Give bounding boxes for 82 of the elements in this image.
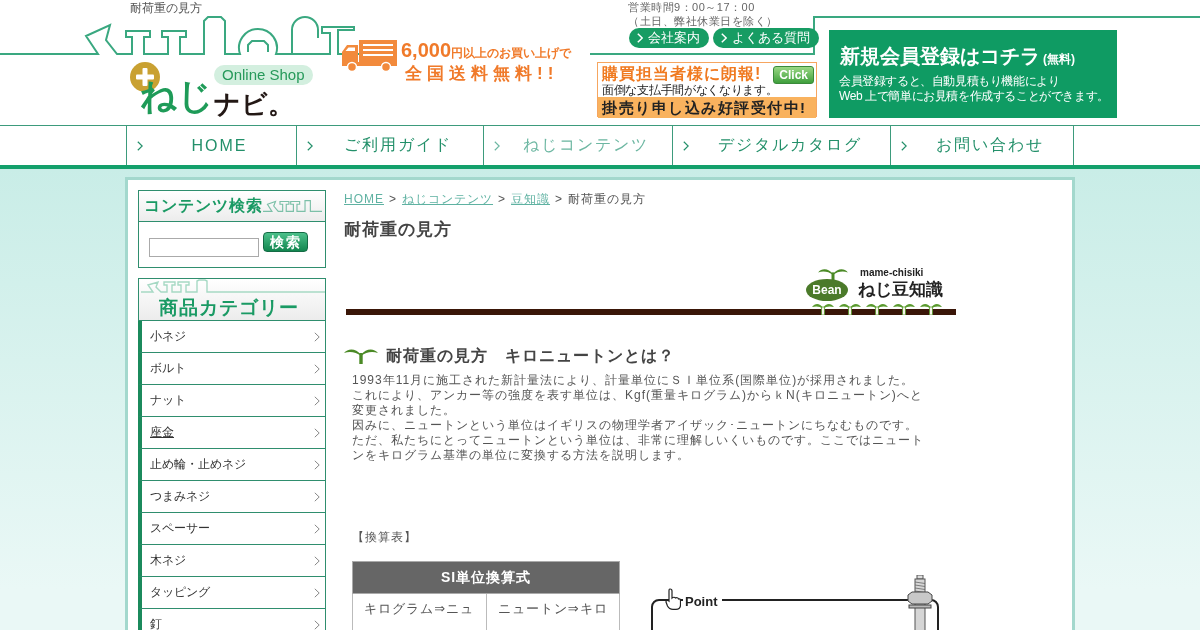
online-shop-badge: Online Shop: [214, 65, 313, 85]
banner-title: ねじ豆知識: [858, 279, 943, 301]
breadcrumb-link[interactable]: HOME: [344, 191, 384, 207]
nav-tab[interactable]: お問い合わせ: [890, 126, 1074, 165]
chevron-icon: [721, 33, 727, 43]
chevron-icon: [314, 555, 320, 566]
chevron-icon: [137, 140, 143, 151]
chevron-icon: [314, 331, 320, 342]
category-link[interactable]: スペーサー: [138, 513, 325, 545]
click-button[interactable]: Click: [773, 66, 814, 84]
shipping-condition: 6,000円以上のお買い上げで: [401, 40, 572, 63]
chevron-icon: [314, 587, 320, 598]
category-link[interactable]: 釘: [138, 609, 325, 630]
registration-description: 会員登録すると、自動見積もり機能により: [839, 74, 1060, 89]
chevron-icon: [314, 363, 320, 374]
free-shipping-headline: 全国送料無料!!: [405, 63, 559, 84]
header-link-button[interactable]: よくある質問: [713, 28, 819, 48]
nav-tab[interactable]: ご利用ガイド: [296, 126, 483, 165]
sprout-icon: [866, 303, 888, 315]
banner-subtitle: mame-chisiki: [860, 267, 924, 279]
sprout-icon: [344, 348, 378, 364]
chevron-icon: [314, 395, 320, 406]
panel-title: 商品カテゴリー: [159, 297, 299, 319]
category-link[interactable]: 座金: [138, 417, 325, 449]
chevron-icon: [314, 523, 320, 534]
category-link[interactable]: ナット: [138, 385, 325, 417]
bean-badge: Bean: [806, 279, 848, 301]
search-button[interactable]: 検索: [263, 232, 308, 252]
pointing-hand-icon: [665, 588, 681, 610]
anchor-bolt-drawing: [905, 575, 935, 630]
category-link[interactable]: 小ネジ: [138, 321, 325, 353]
table-header: SI単位換算式: [352, 561, 620, 594]
nav-tab[interactable]: デジタルカタログ: [672, 126, 890, 165]
logo-mark: ねじ: [140, 74, 214, 118]
breadcrumb-link[interactable]: 豆知識: [511, 191, 551, 207]
credit-account-banner[interactable]: 購買担当者様に朗報! Click 面倒な支払手間がなくなります。 掛売り申し込み好評受付中!: [597, 62, 817, 117]
sprout-icon: [839, 303, 861, 315]
nav-tab[interactable]: HOME: [126, 126, 296, 165]
breadcrumb-separator: >: [389, 191, 397, 207]
section-heading: 耐荷重の見方 キロニュートンとは？: [386, 346, 675, 366]
chevron-icon: [314, 459, 320, 470]
sprout-icon: [920, 303, 942, 315]
chevron-icon: [307, 140, 313, 151]
sprout-icon: [893, 303, 915, 315]
panel-title: コンテンツ検索: [144, 195, 263, 216]
registration-description: Web 上で簡単にお見積を作成することができます。: [839, 89, 1109, 104]
sprout-icon: [812, 303, 834, 315]
page-heading: 耐荷重の見方: [344, 219, 452, 241]
intro-paragraph: 1993年11月に施工された新計量法により、計量単位にＳＩ単位系(国際単位)が採用されました。 これにより、アンカー等の強度を表す単位は、Kgf(重量キログラム)からｋN(キロニュートン)へと変更されました。 因みに、ニュートンという単位はイギリスの物理学者アイザック･ニュートンにちなむものです。 ただ、私たちにとってニュートンという単位は、非常に理解しいくいものです。ここではニュートンをキログラム基準の単位に変換する方法を説明します。: [352, 373, 925, 463]
chevron-icon: [314, 491, 320, 502]
chevron-icon: [901, 140, 907, 151]
registration-title: 新規会員登録はコチラ: [840, 44, 1040, 69]
chevron-icon: [683, 140, 689, 151]
breadcrumb-current: 耐荷重の見方: [568, 191, 647, 207]
category-link[interactable]: タッピング: [138, 577, 325, 609]
skyline-drawing: [263, 198, 322, 214]
search-field[interactable]: [149, 238, 259, 257]
category-link[interactable]: つまみネジ: [138, 481, 325, 513]
category-link[interactable]: ボルト: [138, 353, 325, 385]
member-registration-banner[interactable]: 新規会員登録はコチラ(無料) 会員登録すると、自動見積もり機能により Web 上で簡単にお見積を作成することができます。: [829, 30, 1117, 118]
breadcrumb-separator: >: [555, 191, 564, 207]
table-caption: 【換算表】: [352, 529, 417, 545]
nav-tab[interactable]: ねじコンテンツ: [483, 126, 672, 165]
banner-footer: 掛売り申し込み好評受付中!: [598, 97, 816, 118]
logo-name: ナビ。: [214, 89, 294, 119]
page-title: 耐荷重の見方: [130, 2, 202, 15]
chevron-icon: [314, 427, 320, 438]
banner-subtitle: 面倒な支払手間がなくなります。: [602, 84, 778, 97]
chevron-icon: [637, 33, 643, 43]
chevron-icon: [494, 140, 500, 151]
category-link[interactable]: 木ネジ: [138, 545, 325, 577]
breadcrumb-link[interactable]: ねじコンテンツ: [402, 191, 493, 207]
table-cell: キログラム⇒ニュ: [352, 593, 486, 630]
header-link-button[interactable]: 会社案内: [629, 28, 709, 48]
chevron-icon: [314, 619, 320, 630]
free-note: (無料): [1043, 51, 1075, 68]
banner-headline: 購買担当者様に朗報!: [602, 64, 762, 83]
breadcrumb-separator: >: [498, 191, 507, 207]
category-link[interactable]: 止め輪・止めネジ: [138, 449, 325, 481]
business-hours-text: （土日、弊社休業日を除く）: [628, 14, 778, 28]
truck-icon: [342, 40, 397, 72]
business-hours-text: 営業時間9：00～17：00: [628, 0, 755, 14]
